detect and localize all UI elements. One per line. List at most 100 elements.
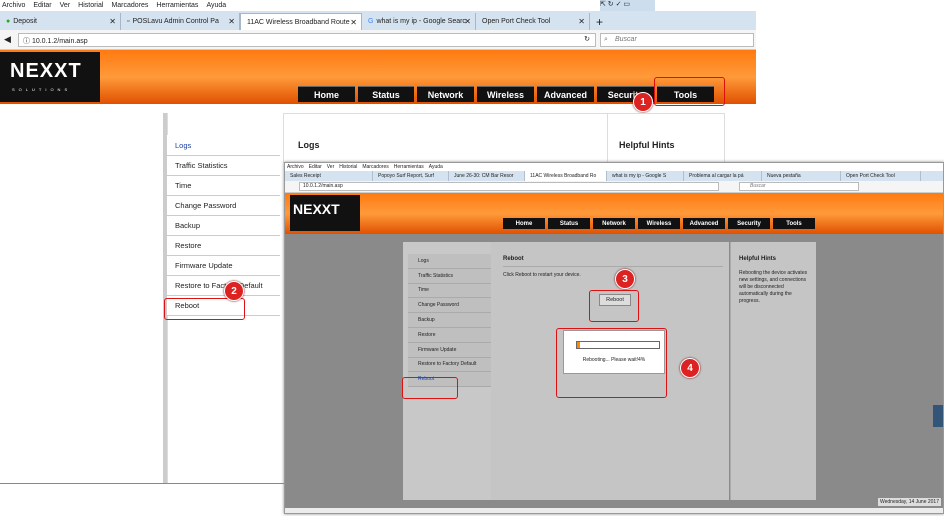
menu-marcadores[interactable]: Marcadores xyxy=(111,2,148,9)
divider xyxy=(607,113,608,163)
inner-hints: Helpful Hints Rebooting the device activ… xyxy=(730,242,816,500)
callout-2: 2 xyxy=(224,281,244,301)
inner-sidebar-item[interactable]: Firmware Update xyxy=(408,342,491,358)
menu-ver[interactable]: Ver xyxy=(60,2,71,9)
inner-reboot-desc: Click Reboot to restart your device. xyxy=(503,272,581,278)
callout-3: 3 xyxy=(615,269,635,289)
close-icon[interactable]: ✕ xyxy=(109,17,116,26)
inner-search-input[interactable]: Buscar xyxy=(739,182,859,191)
inner-nav-status[interactable]: Status xyxy=(548,218,590,229)
close-icon[interactable]: ✕ xyxy=(464,17,471,26)
content-title: Logs xyxy=(298,140,320,150)
inner-sidebar-item[interactable]: Time xyxy=(408,283,491,299)
inner-tab-bar: Sales Receipt Popoyo Surf Report, Surf J… xyxy=(285,171,943,181)
callout-1: 1 xyxy=(633,92,653,112)
close-icon[interactable]: ✕ xyxy=(350,18,357,27)
logo-subtext: SOLUTIONS xyxy=(12,87,72,92)
menu-editar[interactable]: Editar xyxy=(33,2,51,9)
inner-menu-item[interactable]: Archivo xyxy=(287,164,304,170)
inner-menu-item[interactable]: Marcadores xyxy=(362,164,388,170)
inner-menu-item[interactable]: Historial xyxy=(339,164,357,170)
inner-sidebar-item[interactable]: Restore to Factory Default xyxy=(408,357,491,373)
back-icon[interactable]: ◀ xyxy=(4,34,11,45)
inner-tab[interactable]: June 26-30: CM Bar Resor xyxy=(449,171,525,181)
search-input[interactable]: ⌕ Buscar xyxy=(600,33,754,47)
inner-url-input[interactable]: 10.0.1.2/main.asp xyxy=(299,182,719,191)
tab-deposit[interactable]: ● Deposit ✕ xyxy=(0,13,121,30)
sidebar-item-time[interactable]: Time xyxy=(167,176,280,196)
sidebar-item-password[interactable]: Change Password xyxy=(167,196,280,216)
highlight-inner-reboot xyxy=(402,377,458,399)
inner-tab[interactable]: Open Port Check Tool xyxy=(841,171,921,181)
inner-nav-tools[interactable]: Tools xyxy=(773,218,815,229)
inner-menu-item[interactable]: Ayuda xyxy=(429,164,443,170)
inner-sidebar-item[interactable]: Logs xyxy=(408,254,491,269)
tab-label: 11AC Wireless Broadband Route xyxy=(247,18,350,26)
inner-menu-item[interactable]: Ver xyxy=(327,164,335,170)
url-text: 10.0.1.2/main.asp xyxy=(31,38,88,45)
tab-bar: ● Deposit ✕ ▫ POSLavu Admin Control Pa ✕ 11A… xyxy=(0,11,756,30)
tab-whatismyip[interactable]: Gwhat is my ip - Google Searc ✕ xyxy=(362,13,476,30)
tab-favicon-icon: ● xyxy=(6,18,11,25)
tab-label: Open Port Check Tool xyxy=(482,18,551,25)
status-date: Wednesday, 14 June 2017 xyxy=(877,498,941,506)
menu-ayuda[interactable]: Ayuda xyxy=(206,2,226,9)
sidebar-item-restore[interactable]: Restore xyxy=(167,236,280,256)
nav-advanced[interactable]: Advanced xyxy=(537,86,594,102)
window-controls[interactable]: ⇱ ↻ ✓ ▭ xyxy=(600,0,655,11)
inner-nav-security[interactable]: Security xyxy=(728,218,770,229)
highlight-progress xyxy=(556,328,667,398)
inner-sidebar-item[interactable]: Change Password xyxy=(408,298,491,314)
sidebar-item-backup[interactable]: Backup xyxy=(167,216,280,236)
inner-tab[interactable]: Problema al cargar la pá xyxy=(684,171,762,181)
tab-label: what is my ip - Google Searc xyxy=(376,18,466,25)
sidebar-item-traffic[interactable]: Traffic Statistics xyxy=(167,156,280,176)
tab-router[interactable]: 11AC Wireless Broadband Route ✕ xyxy=(240,13,362,30)
inner-menu-item[interactable]: Herramientas xyxy=(394,164,424,170)
close-icon[interactable]: ✕ xyxy=(578,17,585,26)
nav-home[interactable]: Home xyxy=(298,86,355,102)
url-input[interactable]: ⓘ 10.0.1.2/main.asp ↻ xyxy=(18,33,596,47)
inner-menu-item[interactable]: Editar xyxy=(309,164,322,170)
inner-tab[interactable]: Sales Receipt xyxy=(285,171,373,181)
nav-status[interactable]: Status xyxy=(358,86,414,102)
menu-historial[interactable]: Historial xyxy=(78,2,103,9)
nav-network[interactable]: Network xyxy=(417,86,474,102)
inner-tab-active[interactable]: 11AC Wireless Broadband Ro xyxy=(525,171,607,181)
inner-nav-network[interactable]: Network xyxy=(593,218,635,229)
google-icon: G xyxy=(368,18,374,25)
close-icon[interactable]: ✕ xyxy=(228,17,235,26)
tab-poslavu[interactable]: ▫ POSLavu Admin Control Pa ✕ xyxy=(121,13,240,30)
inner-tab[interactable]: what is my ip - Google S xyxy=(607,171,684,181)
inner-hints-text: Rebooting the device activates new setti… xyxy=(739,270,808,304)
inner-tab[interactable]: Nueva pestaña xyxy=(762,171,841,181)
nav-wireless[interactable]: Wireless xyxy=(477,86,534,102)
tab-label: Deposit xyxy=(13,18,37,25)
inner-tab[interactable]: Popoyo Surf Report, Surf xyxy=(373,171,449,181)
inner-sidebar-item[interactable]: Restore xyxy=(408,327,491,343)
inner-logo: NEXXT xyxy=(290,195,360,231)
divider xyxy=(0,483,284,484)
hints-title: Helpful Hints xyxy=(619,140,675,150)
sidebar-item-logs[interactable]: Logs xyxy=(167,135,280,156)
divider xyxy=(503,266,723,267)
inner-sidebar-item[interactable]: Backup xyxy=(408,313,491,328)
new-tab-button[interactable]: + xyxy=(590,13,612,30)
inner-sidebar: Logs Traffic Statistics Time Change Pass… xyxy=(403,242,491,500)
highlight-reboot-button xyxy=(589,290,639,322)
inner-nav-home[interactable]: Home xyxy=(503,218,545,229)
content-panel xyxy=(283,113,725,163)
scroll-handle[interactable] xyxy=(933,405,943,427)
menu-archivo[interactable]: Archivo xyxy=(2,2,25,9)
tab-favicon-icon: ▫ xyxy=(127,18,130,25)
reload-icon[interactable]: ↻ xyxy=(584,35,590,43)
tab-portcheck[interactable]: Open Port Check Tool ✕ xyxy=(476,13,590,30)
info-icon: ⓘ xyxy=(23,38,32,45)
logo-text: NEXXT xyxy=(10,60,82,82)
inner-sidebar-item[interactable]: Traffic Statistics xyxy=(408,268,491,284)
inner-nav-wireless[interactable]: Wireless xyxy=(638,218,680,229)
sidebar-item-firmware[interactable]: Firmware Update xyxy=(167,256,280,276)
menu-herramientas[interactable]: Herramientas xyxy=(156,2,198,9)
inner-nav-advanced[interactable]: Advanced xyxy=(683,218,725,229)
inner-menu-bar: Archivo Editar Ver Historial Marcadores … xyxy=(285,163,943,171)
